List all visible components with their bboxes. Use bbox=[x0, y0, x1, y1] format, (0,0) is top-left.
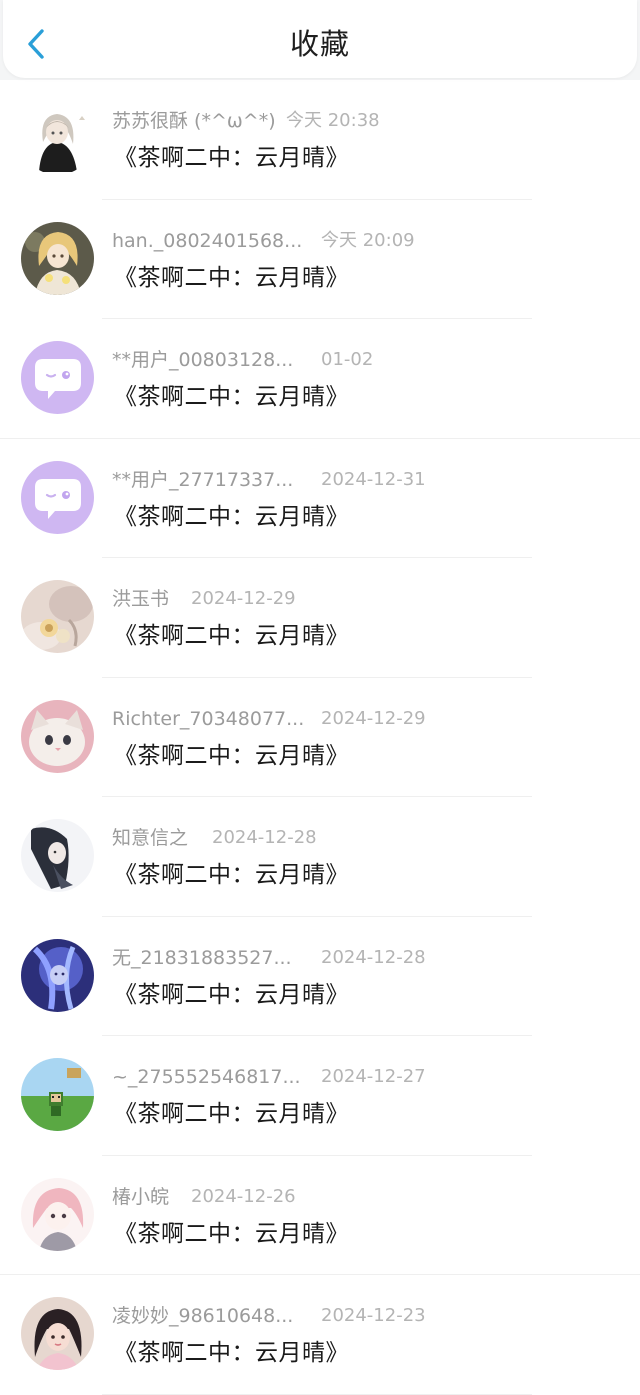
list-item[interactable]: 凌妙妙_98610648... 2024-12-23 《茶啊二中：云月晴》 bbox=[0, 1275, 640, 1395]
timestamp: 01-02 bbox=[321, 349, 374, 370]
user-name: 椿小皖 bbox=[112, 1185, 170, 1208]
avatar-anime-pink[interactable] bbox=[21, 1177, 94, 1251]
user-name: 苏苏很酥 (*^ω^*) bbox=[112, 110, 276, 132]
avatar-default-chat[interactable] bbox=[21, 460, 94, 534]
list-item[interactable]: 苏苏很酥 (*^ω^*) 今天 20:38 《茶啊二中：云月晴》 bbox=[0, 80, 640, 200]
item-title[interactable]: 《茶啊二中：云月晴》 bbox=[114, 1098, 349, 1130]
item-title[interactable]: 《茶啊二中：云月晴》 bbox=[114, 1218, 349, 1250]
item-title[interactable]: 《茶啊二中：云月晴》 bbox=[114, 859, 349, 891]
timestamp: 2024-12-31 bbox=[321, 468, 426, 490]
item-title[interactable]: 《茶啊二中：云月晴》 bbox=[114, 501, 349, 533]
timestamp: 2024-12-28 bbox=[321, 946, 426, 968]
timestamp: 2024-12-29 bbox=[191, 588, 296, 609]
avatar-girl-sketch[interactable] bbox=[21, 102, 94, 175]
item-title[interactable]: 《茶啊二中：云月晴》 bbox=[114, 1337, 349, 1369]
list-item[interactable]: 椿小皖 2024-12-26 《茶啊二中：云月晴》 bbox=[0, 1156, 640, 1275]
timestamp: 2024-12-26 bbox=[191, 1185, 296, 1207]
timestamp: 今天 20:38 bbox=[286, 110, 380, 131]
timestamp: 今天 20:09 bbox=[321, 229, 415, 251]
list-item[interactable]: Richter_70348077... 2024-12-29 《茶啊二中：云月晴… bbox=[0, 678, 640, 797]
item-title[interactable]: 《茶啊二中：云月晴》 bbox=[114, 979, 349, 1011]
item-title[interactable]: 《茶啊二中：云月晴》 bbox=[114, 740, 349, 772]
avatar-anime-dark[interactable] bbox=[21, 819, 94, 892]
header: 收藏 bbox=[3, 0, 637, 78]
item-title[interactable]: 《茶啊二中：云月晴》 bbox=[114, 620, 349, 652]
user-name: **用户_00803128... bbox=[112, 349, 294, 371]
avatar-anime-blue[interactable] bbox=[21, 938, 94, 1012]
divider bbox=[102, 1393, 532, 1395]
user-name: 凌妙妙_98610648... bbox=[112, 1305, 294, 1327]
user-name: Richter_70348077... bbox=[112, 707, 305, 730]
timestamp: 2024-12-28 bbox=[212, 827, 317, 848]
item-title[interactable]: 《茶啊二中：云月晴》 bbox=[114, 262, 349, 294]
list-item[interactable]: 知意信之 2024-12-28 《茶啊二中：云月晴》 bbox=[0, 797, 640, 917]
timestamp: 2024-12-23 bbox=[321, 1305, 426, 1326]
avatar-photo-girl[interactable] bbox=[21, 1297, 94, 1370]
user-name: 知意信之 bbox=[112, 827, 189, 849]
list-item[interactable]: ~_275552546817... 2024-12-27 《茶啊二中：云月晴》 bbox=[0, 1036, 640, 1156]
list-item[interactable]: 洪玉书 2024-12-29 《茶啊二中：云月晴》 bbox=[0, 558, 640, 678]
page-title: 收藏 bbox=[289, 27, 350, 61]
avatar-doll[interactable] bbox=[21, 221, 94, 295]
list-item[interactable]: han._0802401568... 今天 20:09 《茶啊二中：云月晴》 bbox=[0, 200, 640, 319]
list-item[interactable]: **用户_00803128... 01-02 《茶啊二中：云月晴》 bbox=[0, 319, 640, 439]
list-item[interactable]: 无_21831883527... 2024-12-28 《茶啊二中：云月晴》 bbox=[0, 917, 640, 1036]
timestamp: 2024-12-27 bbox=[321, 1066, 426, 1087]
timestamp: 2024-12-29 bbox=[321, 707, 426, 729]
avatar-flowers[interactable] bbox=[21, 580, 94, 653]
avatar-cat[interactable] bbox=[21, 699, 94, 773]
item-title[interactable]: 《茶啊二中：云月晴》 bbox=[114, 142, 349, 174]
list-item[interactable]: **用户_27717337... 2024-12-31 《茶啊二中：云月晴》 bbox=[0, 439, 640, 558]
user-name: 无_21831883527... bbox=[112, 946, 292, 969]
avatar-default-chat[interactable] bbox=[21, 341, 94, 414]
item-title[interactable]: 《茶啊二中：云月晴》 bbox=[114, 381, 349, 413]
favorites-list: 苏苏很酥 (*^ω^*) 今天 20:38 《茶啊二中：云月晴》 han._08… bbox=[0, 80, 640, 1395]
user-name: ~_275552546817... bbox=[112, 1066, 301, 1088]
avatar-game-field[interactable] bbox=[21, 1058, 94, 1131]
user-name: **用户_27717337... bbox=[112, 468, 294, 491]
user-name: 洪玉书 bbox=[112, 588, 170, 610]
user-name: han._0802401568... bbox=[112, 229, 303, 252]
